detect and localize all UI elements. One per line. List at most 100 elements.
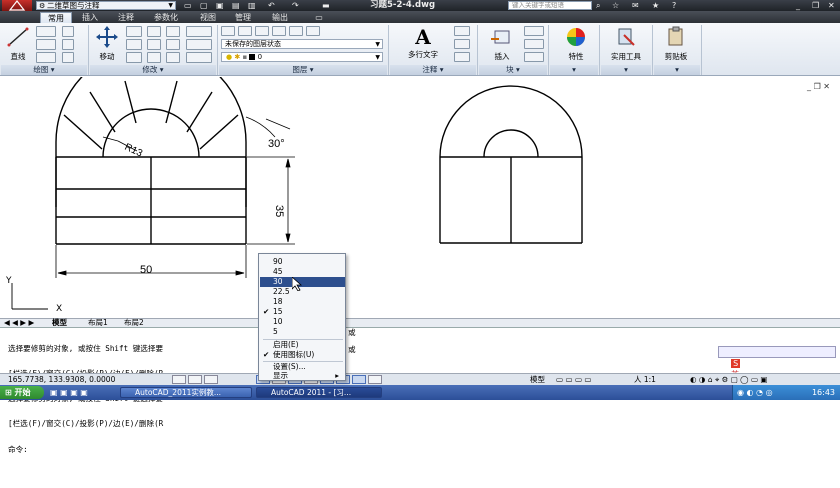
taskbar-item-tutorial[interactable]: AutoCAD_2011实例教... [120,387,252,398]
arc-icon[interactable] [36,52,56,63]
annotation-panel-label[interactable]: 注释 ▾ [390,65,476,75]
drawing-canvas[interactable]: _ ❐ ✕ 50 35 30° R13 Y X [0,46,840,318]
search-icon[interactable]: ⌕ [596,1,600,10]
mirror-icon[interactable] [147,39,161,50]
tab-layout1[interactable]: 布局1 [88,319,108,327]
move-button[interactable]: 移动 [92,25,122,61]
viewport-controls[interactable]: _ ❐ ✕ [807,82,830,91]
status-tray-icons[interactable]: ◐ ◑ ⌂ ⌖ ⚙ ▢ ◯ ▭ ▣ [690,374,768,385]
erase-icon[interactable] [166,26,180,37]
menu-item-angle-selected[interactable]: 30 [260,277,345,287]
stretch-icon[interactable] [126,52,142,63]
create-block-icon[interactable] [524,26,544,36]
utilities-panel-label[interactable]: ▾ [601,65,651,75]
ortho-toggle-icon[interactable] [204,375,218,384]
menu-item-angle[interactable]: 90 [260,257,345,267]
trim-icon[interactable] [147,26,161,37]
app-logo-icon[interactable] [2,0,32,11]
minimize-icon[interactable]: _ [796,1,800,10]
plot-icon[interactable]: ▬ [322,1,330,10]
close-icon[interactable]: ✕ [828,1,835,10]
tab-output[interactable]: 输出 [264,12,296,23]
linear-dimension-icon[interactable] [454,26,470,36]
new-icon[interactable]: ▭ [184,1,192,10]
gradient-icon[interactable] [62,52,74,63]
layer-freeze-icon[interactable] [272,26,286,36]
restore-icon[interactable]: ❐ [812,1,819,10]
rotate-icon[interactable] [126,26,142,37]
ribbon-toggle-icon[interactable]: ▭ [312,12,326,23]
tab-home[interactable]: 常用 [40,12,72,23]
coordinates-readout[interactable]: 165.7738, 133.9308, 0.0000 [8,374,115,385]
layer-match-icon[interactable] [306,26,320,36]
edit-block-icon[interactable] [524,39,544,49]
redo-icon[interactable]: ↷ [292,1,299,10]
current-layer-select[interactable]: ● ✱ ▪ 0 ▼ [221,52,383,62]
clipboard-button[interactable]: 剪贴板 [656,25,696,61]
menu-item-angle[interactable]: 5 [260,327,345,337]
layout-icons[interactable]: ▭ ▭ ▭ ▭ [556,374,592,385]
save-icon[interactable]: ▣ [216,1,224,10]
tab-nav-icon[interactable]: ◀ ◀ ▶ ▶ [4,319,34,327]
ime-toolbar[interactable]: S 英 ◗ ◦ ▥ ✎ ⚙ [718,346,836,390]
utilities-button[interactable]: 实用工具 [604,25,648,61]
annotation-scale[interactable]: 人 1:1 [634,374,656,385]
menu-item-angle[interactable]: 22.5 [260,287,345,297]
menu-item-angle[interactable]: 45 [260,267,345,277]
block-panel-label[interactable]: 块 ▾ [479,65,547,75]
leader-icon[interactable] [454,39,470,49]
circle-icon[interactable] [36,39,56,50]
communication-icon[interactable]: ✉ [632,1,639,10]
polyline-icon[interactable] [36,26,56,37]
menu-item-enable[interactable]: 启用(E) [260,340,345,350]
tab-layout2[interactable]: 布局2 [124,319,144,327]
explode-icon[interactable] [186,26,212,37]
menu-item-use-icons[interactable]: ✔ 使用图标(U) [260,350,345,360]
draw-panel-label[interactable]: 绘图 ▾ [1,65,87,75]
tab-insert[interactable]: 插入 [76,12,104,23]
transparency-toggle-icon[interactable] [368,375,382,384]
taskbar-item-autocad[interactable]: AutoCAD 2011 - [习... [256,387,382,398]
hatch-icon[interactable] [62,39,74,50]
tray-icons[interactable]: ◉ ◐ ◔ ◎ [737,388,773,397]
layer-properties-icon[interactable] [221,26,235,36]
properties-panel-label[interactable]: ▾ [550,65,598,75]
clipboard-panel-label[interactable]: ▾ [654,65,700,75]
workspace-select[interactable]: ⚙ 二维草图与注释 ▼ [36,1,176,10]
array-icon[interactable] [166,52,180,63]
line-button[interactable]: 直线 [3,25,33,61]
scale-icon[interactable] [147,52,161,63]
quicklaunch-icons[interactable]: ▣ ▣ ▣ ▣ [50,385,88,400]
tab-parametric[interactable]: 参数化 [146,12,186,23]
table-icon[interactable] [454,52,470,62]
saveas-icon[interactable]: ▤ [232,1,240,10]
command-window[interactable]: 选择要修剪的对象, 或按住 Shift 键选择要 [栏选(F)/窗交(C)/投影… [0,327,840,454]
print-icon[interactable]: ▥ [248,1,256,10]
menu-item-angle-checked[interactable]: ✔ 15 [260,307,345,317]
block-attribute-icon[interactable] [524,52,544,62]
copy-icon[interactable] [126,39,142,50]
layer-off-icon[interactable] [255,26,269,36]
insert-button[interactable]: 插入 [484,25,520,61]
favorites-icon[interactable]: ★ [652,1,659,10]
command-prompt[interactable]: 命令: [8,445,840,454]
model-space-label[interactable]: 模型 [530,374,545,385]
selection-cycling-icon[interactable] [352,375,366,384]
help-icon[interactable]: ? [672,1,676,10]
layer-state-select[interactable]: 未保存的图层状态 ▼ [221,39,383,49]
tab-annotate[interactable]: 注释 [112,12,140,23]
snap-toggle-icon[interactable] [172,375,186,384]
menu-item-angle[interactable]: 10 [260,317,345,327]
layer-lock-icon[interactable] [289,26,303,36]
layers-panel-label[interactable]: 图层 ▾ [219,65,387,75]
menu-item-display[interactable]: 显示 ▸ [260,371,345,381]
mtext-button[interactable]: A 多行文字 [398,25,448,61]
tab-view[interactable]: 视图 [194,12,222,23]
menu-item-angle[interactable]: 18 [260,297,345,307]
open-icon[interactable]: ▢ [200,1,208,10]
properties-button[interactable]: 特性 [556,25,596,61]
fillet-icon[interactable] [166,39,180,50]
offset-icon[interactable] [186,39,212,50]
grid-toggle-icon[interactable] [188,375,202,384]
start-button[interactable]: ⊞ 开始 [0,386,44,399]
